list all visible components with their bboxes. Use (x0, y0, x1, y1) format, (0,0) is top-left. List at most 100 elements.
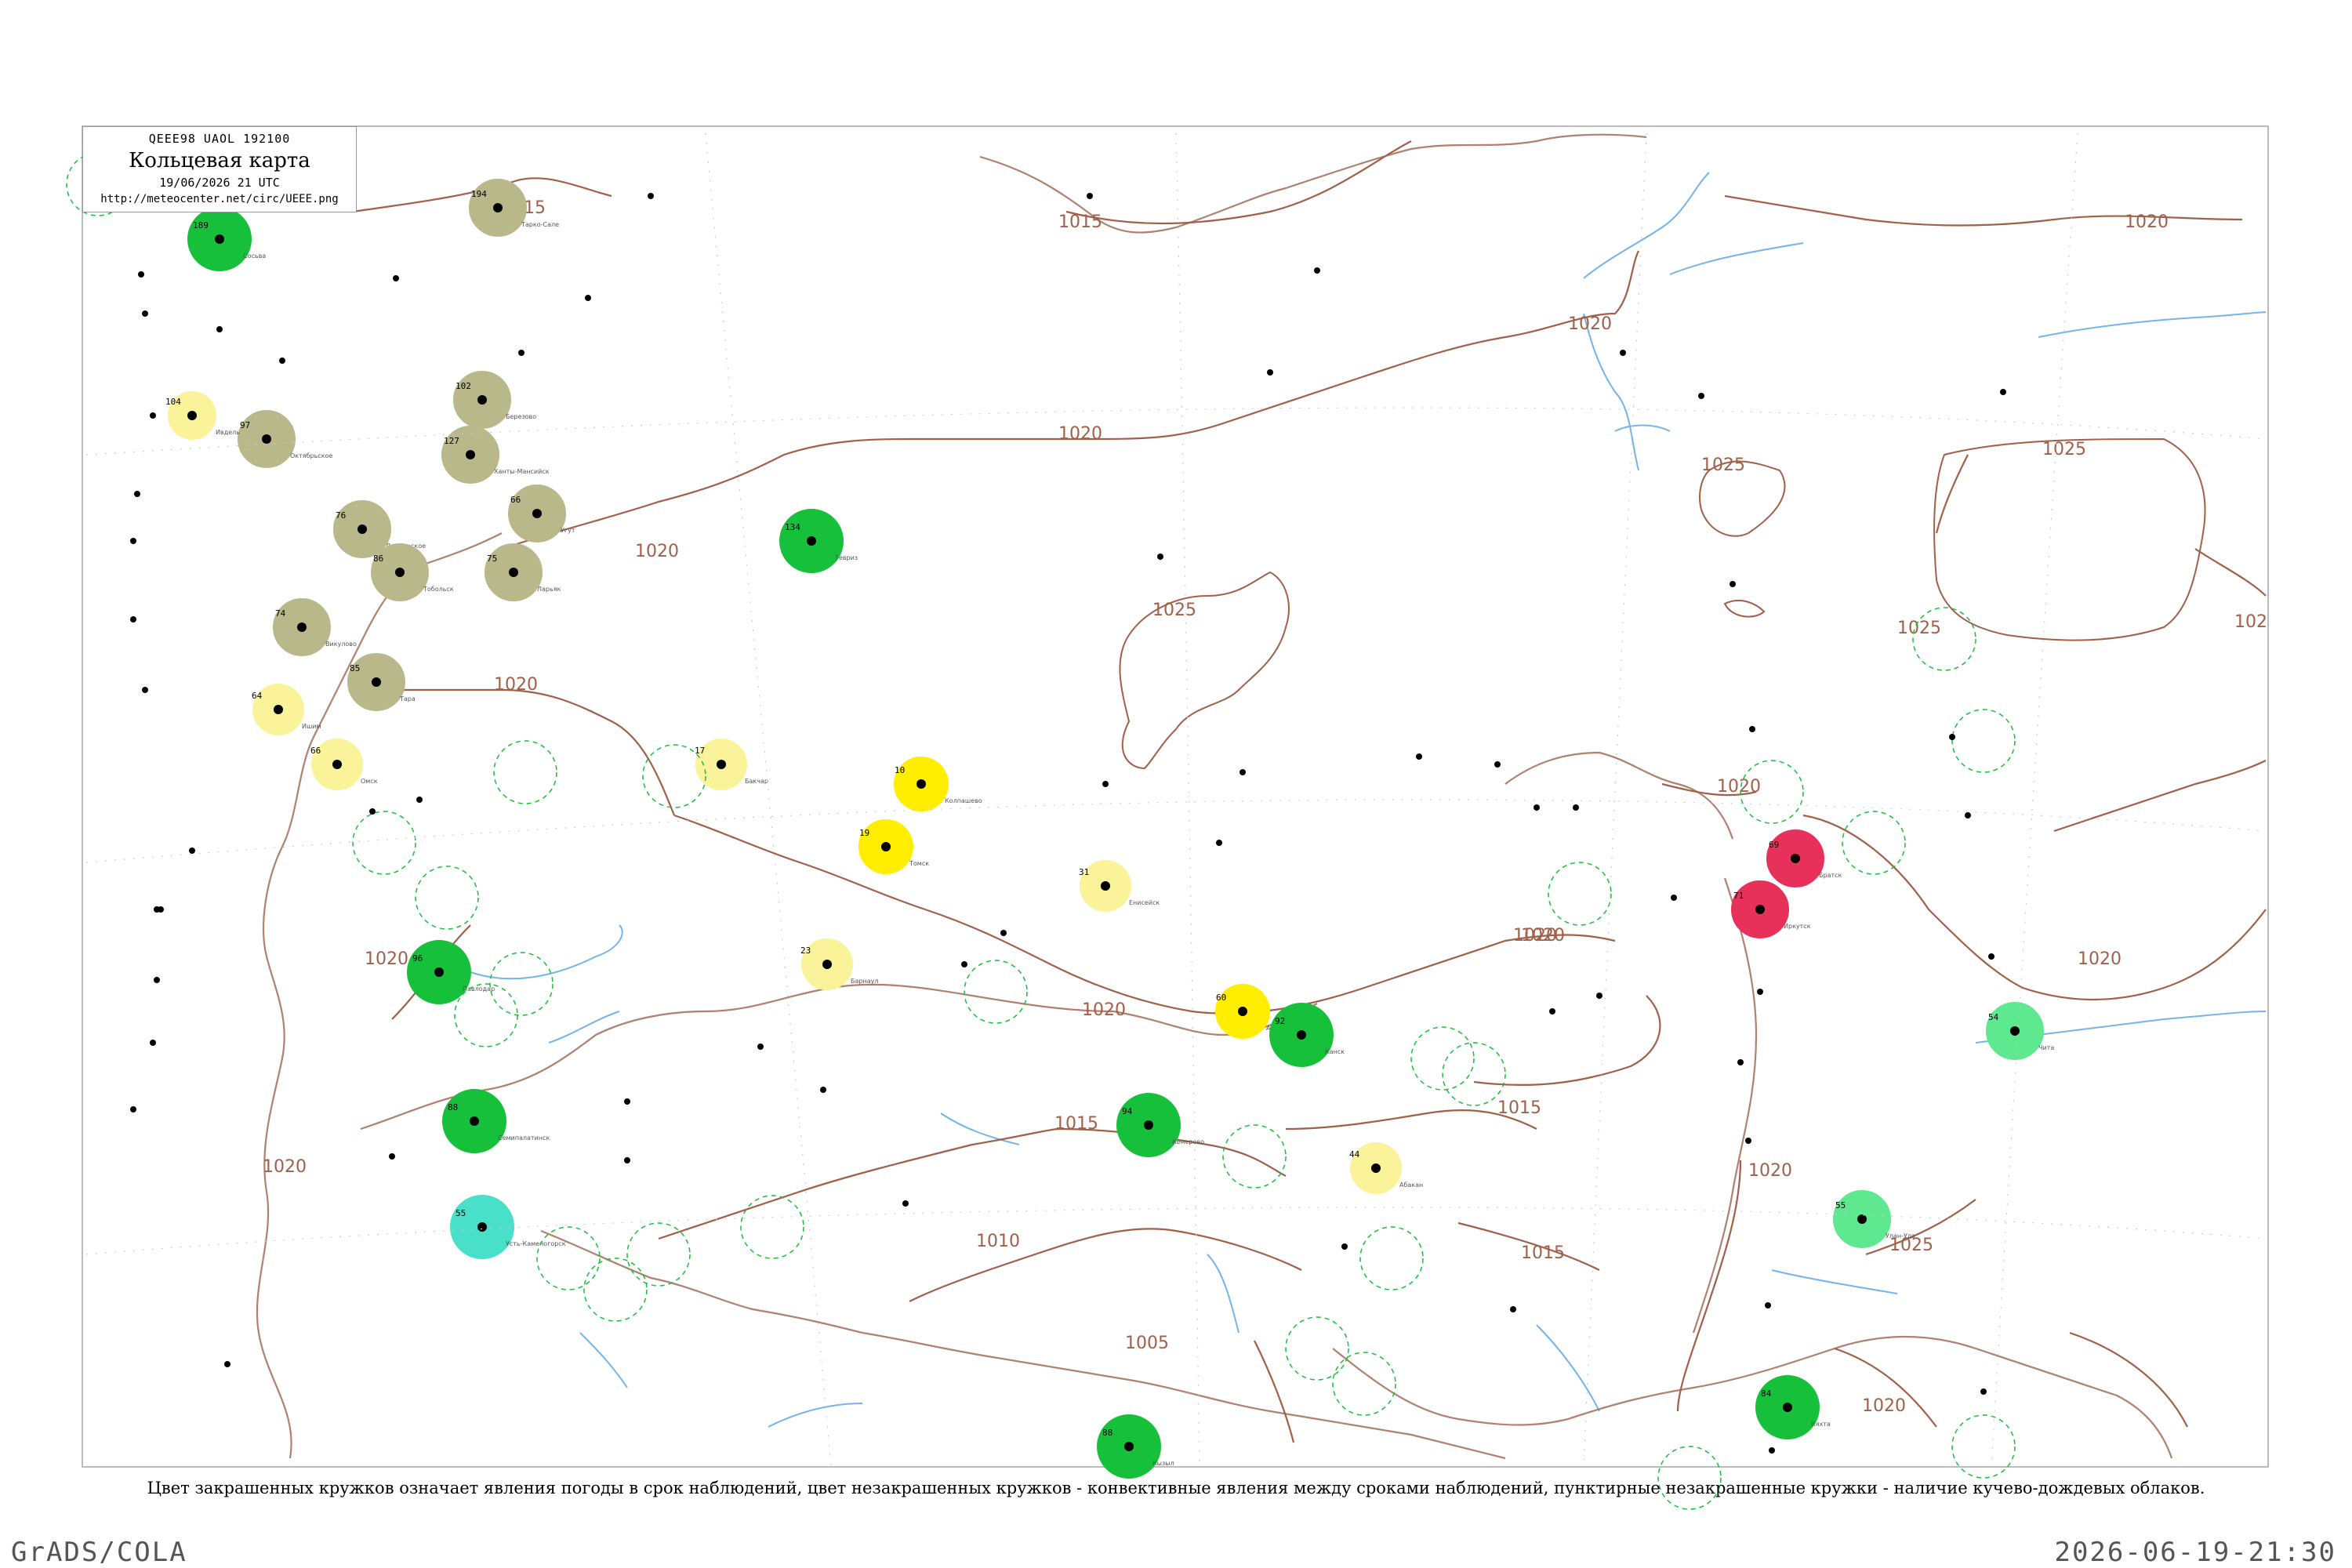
station-marker[interactable]: 64 Ишим (252, 684, 321, 735)
station-name: Ларьяк (537, 586, 561, 593)
station-value: 44 (1349, 1149, 1360, 1160)
station-marker[interactable]: 85 Тара (347, 653, 416, 711)
station-marker[interactable]: 88 Кызыл (1097, 1414, 1174, 1479)
station-value: 23 (800, 946, 811, 956)
station-marker[interactable]: 92 Канск (1269, 1003, 1345, 1067)
station-value: 92 (1275, 1016, 1285, 1026)
station-marker[interactable]: 54 Чита (1986, 1002, 2054, 1060)
station-marker[interactable]: 84 Кяхта (1755, 1375, 1831, 1439)
station-marker[interactable]: 104 Ивдель (165, 391, 240, 440)
station-marker[interactable]: 189 Сосьва (187, 207, 266, 271)
station-name: Викулово (325, 641, 357, 648)
station-value: 189 (193, 220, 209, 230)
station-name: Колпашево (945, 797, 982, 804)
isobar-label: 1025 (1897, 619, 1941, 638)
isobar-label: 1020 (1058, 424, 1102, 444)
map-caption: Цвет закрашенных кружков означает явлени… (147, 1479, 2205, 1497)
station-marker[interactable]: 86 Тобольск (371, 543, 454, 601)
station-name: Братск (1819, 872, 1842, 879)
station-value: 71 (1733, 891, 1744, 901)
station-marker[interactable]: 55 Улан-Удэ (1833, 1190, 1915, 1248)
isobar-label: 1025 (1701, 456, 1745, 475)
station-value: 76 (336, 510, 346, 521)
station-value: 194 (471, 189, 487, 199)
station-name: Тара (399, 695, 416, 702)
cb-rings (66, 152, 2016, 1510)
isobar-label: 1020 (1521, 926, 1565, 946)
station-value: 134 (785, 522, 800, 532)
station-marker[interactable]: 69 Братск (1766, 829, 1842, 887)
map-title-box: QEEE98 UAOL 192100 Кольцевая карта 19/06… (82, 126, 357, 212)
station-marker[interactable]: 97 Октябрьское (238, 410, 332, 468)
graticule (85, 132, 2267, 1467)
map-url[interactable]: http://meteocenter.net/circ/UEEE.png (83, 193, 356, 205)
station-marker[interactable]: 66 Угут (508, 485, 575, 543)
station-value: 84 (1761, 1388, 1772, 1399)
station-value: 66 (510, 495, 521, 505)
weather-map[interactable]: 1015 1015 1020 1020 1020 1020 1020 1025 … (0, 0, 2352, 1568)
station-value: 127 (444, 436, 459, 446)
minor-stations (130, 193, 2006, 1454)
station-value: 94 (1122, 1106, 1133, 1116)
station-marker[interactable]: 96 Павлодар (407, 940, 495, 1004)
isobars (352, 140, 2267, 1443)
station-marker[interactable]: 71 Иркутск (1731, 880, 1811, 938)
station-value: 64 (252, 691, 263, 701)
station-marker[interactable]: 31 Енисейск (1079, 860, 1160, 912)
isobar-label: 1010 (976, 1232, 1020, 1251)
station-value: 102 (456, 381, 471, 391)
bulletin-code: QEEE98 UAOL 192100 (148, 132, 291, 146)
isobar-label: 1015 (1497, 1098, 1541, 1118)
station-marker[interactable]: 127 Ханты-Мансийск (441, 426, 550, 484)
station-marker[interactable]: 74 Викулово (273, 598, 357, 656)
station-value: 75 (487, 554, 497, 564)
station-value: 96 (412, 953, 423, 964)
station-value: 88 (1102, 1428, 1112, 1438)
station-name: Ивдель (216, 429, 240, 436)
station-marker[interactable]: 75 Ларьяк (485, 543, 561, 601)
station-marker[interactable]: 94 Кемерово (1116, 1093, 1204, 1157)
isobar-label: 1005 (1125, 1334, 1169, 1353)
station-name: Канск (1325, 1048, 1345, 1055)
isobar-label: 1015 (1054, 1114, 1098, 1134)
station-value: 55 (1835, 1200, 1846, 1210)
station-value: 54 (1988, 1012, 1999, 1022)
station-name: Усть-Каменогорск (506, 1240, 566, 1247)
station-name: Омск (361, 778, 378, 785)
station-marker[interactable]: 44 Абакан (1349, 1142, 1423, 1194)
isobar-labels: 1015 1015 1020 1020 1020 1020 1020 1025 … (263, 198, 2267, 1416)
station-marker[interactable]: 134 Тевриз (779, 509, 858, 573)
station-name: Томск (909, 860, 929, 867)
station-marker[interactable]: 88 Семипалатинск (442, 1089, 550, 1153)
isobar-label: 1015 (1058, 212, 1102, 232)
station-value: 74 (275, 608, 286, 619)
station-name: Иркутск (1784, 923, 1811, 930)
rivers (470, 172, 2267, 1428)
station-value: 69 (1769, 840, 1779, 850)
station-name: Тобольск (423, 586, 454, 593)
isobar-label: 1020 (1862, 1396, 1906, 1416)
station-marker[interactable]: 102 Березово (453, 371, 536, 429)
station-marker[interactable]: 23 Барнаул (800, 938, 878, 990)
station-name: Енисейск (1129, 899, 1160, 906)
station-marker[interactable]: 66 Омск (310, 739, 378, 790)
station-value: 85 (350, 663, 360, 673)
station-marker[interactable]: 55 Усть-Каменогорск (450, 1195, 566, 1259)
station-marker[interactable]: 17 Бакчар (695, 739, 768, 790)
station-name: Семипалатинск (498, 1134, 550, 1142)
station-name: Угут (561, 527, 575, 534)
station-name: Сосьва (243, 252, 266, 260)
station-markers: 189 Сосьва 194 Тарко-Сале 102 Березово 1… (165, 179, 2054, 1479)
station-value: 97 (240, 420, 250, 430)
station-value: 10 (895, 765, 905, 775)
station-marker[interactable]: 10 Колпашево (894, 757, 982, 811)
station-marker[interactable]: 19 Томск (858, 819, 929, 874)
station-value: 60 (1216, 993, 1226, 1003)
station-name: Улан-Удэ (1886, 1232, 1915, 1240)
station-name: Кяхта (1811, 1421, 1831, 1428)
station-value: 19 (859, 828, 869, 838)
isobar-label: 1020 (1082, 1000, 1126, 1020)
isobar-label: 1020 (635, 542, 679, 561)
station-value: 31 (1079, 867, 1089, 877)
isobar-label: 1020 (494, 675, 538, 695)
